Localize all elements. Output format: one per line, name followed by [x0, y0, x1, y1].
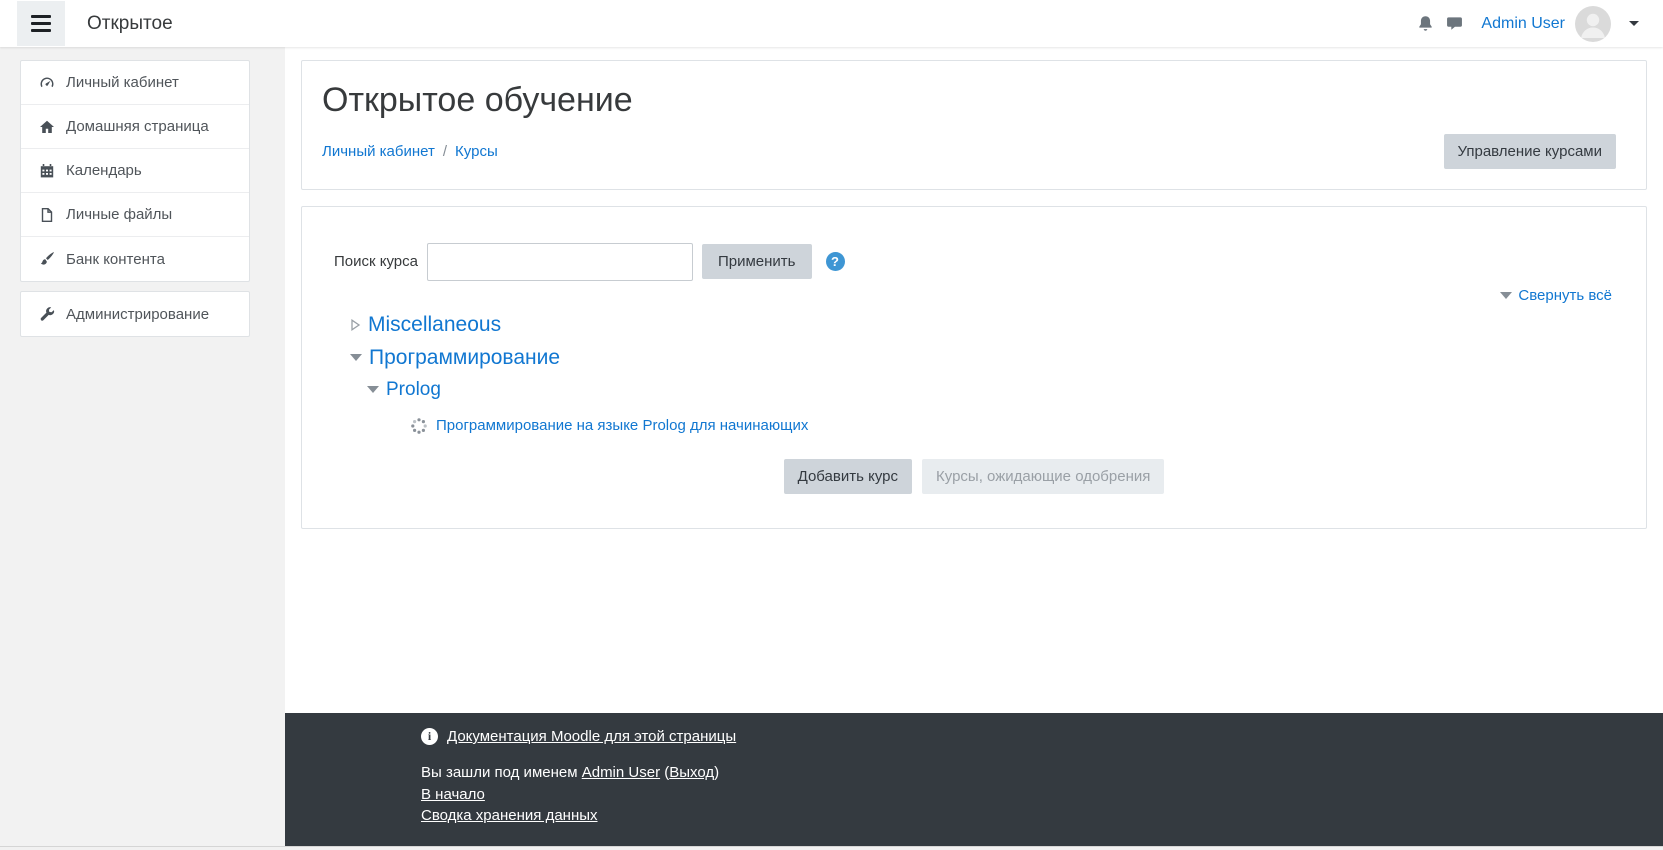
caret-right-icon[interactable]: [350, 318, 361, 332]
course-link[interactable]: Программирование на языке Prolog для нач…: [436, 417, 808, 434]
category-miscellaneous: Miscellaneous: [350, 313, 1626, 337]
collapse-all-label: Свернуть всё: [1518, 287, 1612, 304]
drawer-admin-list: Администрирование: [20, 291, 250, 337]
avatar[interactable]: [1575, 6, 1611, 42]
sidebar-item-dashboard[interactable]: Личный кабинет: [21, 61, 249, 105]
sidebar-item-label: Календарь: [66, 162, 142, 179]
logout-paren-close: ): [714, 764, 719, 781]
caret-down-icon[interactable]: [367, 386, 379, 393]
paintbrush-icon: [38, 251, 55, 267]
login-prefix: Вы зашли под именем: [421, 764, 578, 781]
moodle-docs-link[interactable]: Документация Moodle для этой страницы: [447, 728, 736, 745]
sidebar-item-label: Банк контента: [66, 251, 165, 268]
course-category-card: Поиск курса Применить ? Свернуть всё: [301, 206, 1647, 529]
logout-link[interactable]: Выход: [669, 764, 714, 781]
manage-courses-button[interactable]: Управление курсами: [1444, 134, 1617, 169]
course-search-input[interactable]: [427, 243, 693, 281]
breadcrumb-courses-link[interactable]: Курсы: [455, 143, 498, 160]
menu-icon[interactable]: [17, 1, 65, 46]
caret-down-icon[interactable]: [1629, 21, 1639, 26]
category-link[interactable]: Prolog: [386, 379, 441, 401]
breadcrumb: Личный кабинет / Курсы: [322, 143, 498, 160]
user-menu-link[interactable]: Admin User: [1481, 15, 1565, 33]
nav-drawer: Личный кабинет Домашняя страница Календа…: [0, 47, 285, 846]
category-prolog: Prolog: [367, 379, 1626, 401]
logged-in-user-link[interactable]: Admin User: [582, 764, 660, 781]
course-item: Программирование на языке Prolog для нач…: [410, 417, 1626, 435]
page-bottom-strip: [0, 846, 1663, 850]
sidebar-item-private-files[interactable]: Личные файлы: [21, 193, 249, 237]
chat-icon[interactable]: [1440, 9, 1469, 38]
breadcrumb-separator: /: [443, 143, 447, 160]
sidebar-item-label: Личные файлы: [66, 206, 172, 223]
top-navbar: Открытое Admin User: [0, 0, 1663, 47]
sidebar-item-label: Администрирование: [66, 306, 209, 323]
navbar-user-area: Admin User: [1411, 6, 1639, 42]
breadcrumb-dashboard-link[interactable]: Личный кабинет: [322, 143, 435, 160]
dashboard-icon: [38, 75, 55, 91]
main-content: Открытое обучение Личный кабинет / Курсы…: [285, 47, 1663, 713]
category-tree: Miscellaneous Программирование Prolog: [322, 313, 1626, 435]
sidebar-item-content-bank[interactable]: Банк контента: [21, 237, 249, 281]
home-link[interactable]: В начало: [421, 786, 485, 803]
drawer-main-list: Личный кабинет Домашняя страница Календа…: [20, 60, 250, 282]
info-icon: i: [421, 728, 438, 745]
category-programming: Программирование: [350, 346, 1626, 370]
sidebar-item-home[interactable]: Домашняя страница: [21, 105, 249, 149]
login-info: Вы зашли под именем Admin User (Выход) В…: [421, 762, 1663, 827]
page-footer: i Документация Moodle для этой страницы …: [285, 713, 1663, 846]
sidebar-item-label: Домашняя страница: [66, 118, 209, 135]
search-label: Поиск курса: [334, 253, 418, 270]
pending-courses-button: Курсы, ожидающие одобрения: [922, 459, 1164, 494]
bell-icon[interactable]: [1411, 9, 1440, 38]
category-link[interactable]: Miscellaneous: [368, 313, 501, 337]
add-course-button[interactable]: Добавить курс: [784, 459, 912, 494]
file-icon: [38, 207, 55, 223]
page-title: Открытое обучение: [322, 79, 1630, 122]
caret-down-icon: [1500, 292, 1512, 299]
sidebar-item-label: Личный кабинет: [66, 74, 179, 91]
data-retention-link[interactable]: Сводка хранения данных: [421, 807, 598, 824]
sidebar-item-calendar[interactable]: Календарь: [21, 149, 249, 193]
course-dots-icon: [410, 417, 428, 435]
home-icon: [38, 119, 55, 135]
page-header-card: Открытое обучение Личный кабинет / Курсы…: [301, 60, 1647, 190]
calendar-icon: [38, 163, 55, 179]
site-brand[interactable]: Открытое: [87, 13, 173, 35]
caret-down-icon[interactable]: [350, 354, 362, 361]
category-link[interactable]: Программирование: [369, 346, 560, 370]
category-actions: Добавить курс Курсы, ожидающие одобрения: [322, 459, 1626, 494]
collapse-all-link[interactable]: Свернуть всё: [1500, 287, 1612, 304]
course-search-form: Поиск курса Применить ?: [322, 243, 1626, 281]
apply-button[interactable]: Применить: [702, 244, 812, 279]
question-circle-icon[interactable]: ?: [826, 252, 845, 271]
sidebar-item-administration[interactable]: Администрирование: [21, 292, 249, 336]
wrench-icon: [38, 306, 55, 322]
